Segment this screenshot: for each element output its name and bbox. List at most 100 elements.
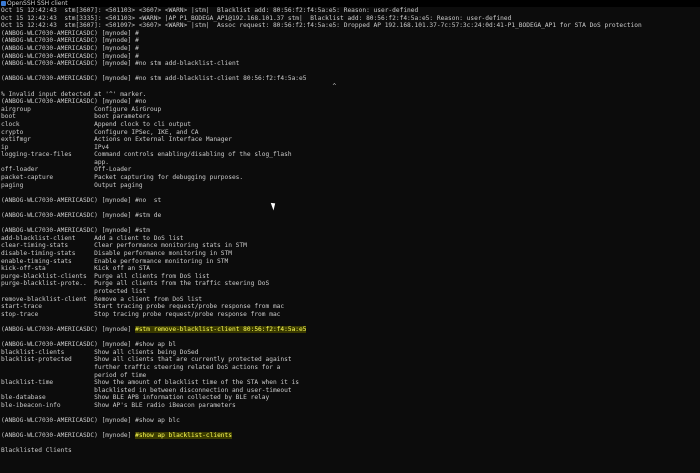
terminal-output[interactable]: Oct 15 12:42:43 stm[3607]: <501103> <360… bbox=[0, 7, 700, 473]
highlighted-command: #show ap blacklist-clients bbox=[135, 432, 232, 440]
terminal-line: (ANBOG-WLC7030-AMERICASDC) [mynode] #no … bbox=[0, 75, 700, 83]
terminal-line: Blacklisted Clients bbox=[0, 447, 700, 455]
terminal-line: blacklist-clients Show all clients being… bbox=[0, 349, 700, 357]
terminal-line: Oct 15 12:42:43 stm[3607]: <501103> <360… bbox=[0, 7, 700, 15]
terminal-line-text: app. bbox=[1, 158, 110, 166]
terminal-line: disable-timing-stats Disable performance… bbox=[0, 250, 700, 258]
terminal-line: Oct 15 12:42:43 stm[3335]: <501103> <WAR… bbox=[0, 15, 700, 23]
terminal-line: (ANBOG-WLC7030-AMERICASDC) [mynode] #stm bbox=[0, 227, 700, 235]
terminal-line-text: enable-timing-stats Enable performance m… bbox=[1, 257, 229, 265]
terminal-line: purge-blacklist-clients Purge all client… bbox=[0, 273, 700, 281]
terminal-line-text: (ANBOG-WLC7030-AMERICASDC) [mynode] #stm bbox=[1, 227, 151, 235]
terminal-line-text: crypto Configure IPSec, IKE, and CA bbox=[1, 128, 199, 136]
terminal-line: Oct 15 12:42:43 stm[3607]: <501097> <360… bbox=[0, 22, 700, 30]
terminal-line-text: ip IPv4 bbox=[1, 143, 110, 151]
terminal-line: blacklist-protected Show all clients tha… bbox=[0, 356, 700, 364]
terminal-line-text: (ANBOG-WLC7030-AMERICASDC) [mynode] #stm… bbox=[1, 212, 162, 220]
terminal-line: off-loader Off-Loader bbox=[0, 166, 700, 174]
terminal-line-text: (ANBOG-WLC7030-AMERICASDC) [mynode] # bbox=[1, 37, 139, 45]
terminal-line-text: Oct 15 12:42:43 stm[3335]: <501103> <WAR… bbox=[1, 14, 512, 22]
terminal-line: paging Output paging bbox=[0, 182, 700, 190]
terminal-line-text: protected list bbox=[1, 287, 147, 295]
terminal-line-text: (ANBOG-WLC7030-AMERICASDC) [mynode] #no bbox=[1, 98, 147, 106]
terminal-line-text: (ANBOG-WLC7030-AMERICASDC) [mynode] #no … bbox=[1, 196, 162, 204]
terminal-line: clear-timing-stats Clear performance mon… bbox=[0, 242, 700, 250]
terminal-line-text: % Invalid input detected at '^' marker. bbox=[1, 90, 147, 98]
terminal-line: blacklist-time Show the amount of blackl… bbox=[0, 379, 700, 387]
window-title: OpenSSH SSH client bbox=[7, 0, 68, 7]
terminal-line: blacklisted in between disconnection and… bbox=[0, 387, 700, 395]
terminal-line-text: blacklist-clients Show all clients being… bbox=[1, 348, 199, 356]
terminal-line: start-trace Start tracing probe request/… bbox=[0, 303, 700, 311]
terminal-line-text: remove-blacklist-client Remove a client … bbox=[1, 295, 203, 303]
window-titlebar[interactable]: OpenSSH SSH client bbox=[0, 0, 700, 7]
terminal-line: packet-capture Packet capturing for debu… bbox=[0, 174, 700, 182]
terminal-line-text: further traffic steering related DoS act… bbox=[1, 363, 281, 371]
terminal-line: ble-database Show BLE APB information co… bbox=[0, 394, 700, 402]
terminal-line-text: (ANBOG-WLC7030-AMERICASDC) [mynode] # bbox=[1, 52, 139, 60]
terminal-line: (ANBOG-WLC7030-AMERICASDC) [mynode] # bbox=[0, 30, 700, 38]
terminal-line-text: start-trace Start tracing probe request/… bbox=[1, 303, 285, 311]
terminal-line: stop-trace Stop tracing probe request/pr… bbox=[0, 311, 700, 319]
terminal-line: remove-blacklist-client Remove a client … bbox=[0, 296, 700, 304]
terminal-line-text: clear-timing-stats Clear performance mon… bbox=[1, 242, 247, 250]
terminal-line-text: ble-ibeacon-info Show AP's BLE radio iBe… bbox=[1, 401, 236, 409]
terminal-line-text: (ANBOG-WLC7030-AMERICASDC) [mynode] #sho… bbox=[1, 341, 177, 349]
terminal-line: (ANBOG-WLC7030-AMERICASDC) [mynode] #sho… bbox=[0, 432, 700, 440]
terminal-line: kick-off-sta Kick off an STA bbox=[0, 265, 700, 273]
terminal-line: ^ bbox=[0, 83, 700, 91]
terminal-line: ble-ibeacon-info Show AP's BLE radio iBe… bbox=[0, 402, 700, 410]
terminal-line: clock Append clock to cli output bbox=[0, 121, 700, 129]
terminal-line: (ANBOG-WLC7030-AMERICASDC) [mynode] #sho… bbox=[0, 341, 700, 349]
terminal-line: (ANBOG-WLC7030-AMERICASDC) [mynode] # bbox=[0, 53, 700, 61]
terminal-line: (ANBOG-WLC7030-AMERICASDC) [mynode] #sho… bbox=[0, 417, 700, 425]
terminal-line-text: (ANBOG-WLC7030-AMERICASDC) [mynode] # bbox=[1, 44, 139, 52]
terminal-line: % Invalid input detected at '^' marker. bbox=[0, 91, 700, 99]
terminal-line-text: packet-capture Packet capturing for debu… bbox=[1, 174, 244, 182]
terminal-line-text: off-loader Off-Loader bbox=[1, 166, 132, 174]
terminal-line: add-blacklist-client Add a client to DoS… bbox=[0, 235, 700, 243]
terminal-line: logging-trace-files Command controls ena… bbox=[0, 151, 700, 159]
terminal-line-text: (ANBOG-WLC7030-AMERICASDC) [mynode] #sho… bbox=[1, 417, 180, 425]
terminal-line: (ANBOG-WLC7030-AMERICASDC) [mynode] #no bbox=[0, 98, 700, 106]
terminal-line: enable-timing-stats Enable performance m… bbox=[0, 258, 700, 266]
terminal-line-text: purge-blacklist-clients Purge all client… bbox=[1, 272, 210, 280]
terminal-line: protected list bbox=[0, 288, 700, 296]
terminal-line: (ANBOG-WLC7030-AMERICASDC) [mynode] # bbox=[0, 45, 700, 53]
terminal-line: (ANBOG-WLC7030-AMERICASDC) [mynode] #stm… bbox=[0, 212, 700, 220]
terminal-line-text: add-blacklist-client Add a client to DoS… bbox=[1, 234, 184, 242]
terminal-line: (ANBOG-WLC7030-AMERICASDC) [mynode] # bbox=[0, 37, 700, 45]
terminal-line-text: (ANBOG-WLC7030-AMERICASDC) [mynode] bbox=[1, 432, 136, 440]
terminal-line: purge-blacklist-prote.. Purge all client… bbox=[0, 280, 700, 288]
terminal-line-text: stop-trace Stop tracing probe request/pr… bbox=[1, 310, 281, 318]
terminal-line: (ANBOG-WLC7030-AMERICASDC) [mynode] #no … bbox=[0, 60, 700, 68]
terminal-line-text: blacklist-protected Show all clients tha… bbox=[1, 356, 292, 364]
terminal-line-text: Oct 15 12:42:43 stm[3607]: <501097> <360… bbox=[1, 22, 642, 30]
terminal-line-text: disable-timing-stats Disable performance… bbox=[1, 250, 232, 257]
terminal-line-text: period of time bbox=[1, 371, 147, 379]
terminal-line-text: Blacklisted Clients bbox=[1, 447, 72, 455]
terminal-app-icon bbox=[1, 1, 6, 6]
terminal-line-text: boot boot parameters bbox=[1, 113, 151, 121]
terminal-line-text: ^ bbox=[1, 82, 337, 90]
terminal-line: ip IPv4 bbox=[0, 144, 700, 152]
terminal-line: app. bbox=[0, 159, 700, 167]
terminal-line: further traffic steering related DoS act… bbox=[0, 364, 700, 372]
terminal-line-text: blacklisted in between disconnection and… bbox=[1, 386, 292, 394]
terminal-line-text: (ANBOG-WLC7030-AMERICASDC) [mynode] bbox=[1, 325, 136, 333]
terminal-line-text: paging Output paging bbox=[1, 181, 143, 189]
terminal-line-text: airgroup Configure AirGroup bbox=[1, 105, 162, 113]
terminal-line: (ANBOG-WLC7030-AMERICASDC) [mynode] #stm… bbox=[0, 325, 700, 334]
terminal-line-text: (ANBOG-WLC7030-AMERICASDC) [mynode] #no … bbox=[1, 60, 240, 68]
terminal-line-text: purge-blacklist-prote.. Purge all client… bbox=[1, 280, 270, 288]
terminal-line-text: Oct 15 12:42:43 stm[3607]: <501103> <360… bbox=[1, 7, 419, 14]
terminal-line-text: clock Append clock to cli output bbox=[1, 120, 191, 128]
terminal-line: period of time bbox=[0, 372, 700, 380]
